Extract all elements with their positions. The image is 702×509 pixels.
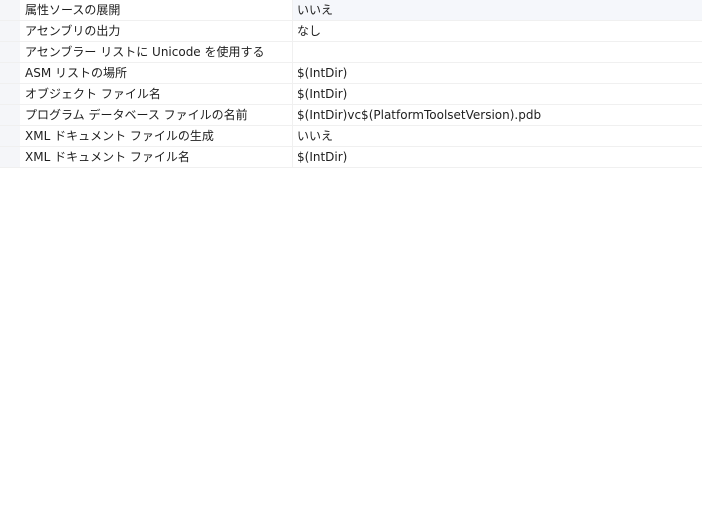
property-value[interactable]: $(IntDir) [293, 84, 702, 104]
property-grid: 属性ソースの展開 いいえ アセンブリの出力 なし アセンブラー リストに Uni… [0, 0, 702, 168]
property-value[interactable]: $(IntDir) [293, 147, 702, 167]
property-row-expand-attributed-source[interactable]: 属性ソースの展開 いいえ [0, 0, 702, 21]
property-name[interactable]: アセンブリの出力 [20, 21, 293, 41]
property-name[interactable]: アセンブラー リストに Unicode を使用する [20, 42, 293, 62]
property-row-object-file-name[interactable]: オブジェクト ファイル名 $(IntDir) [0, 84, 702, 105]
row-gutter [0, 0, 20, 20]
property-name[interactable]: 属性ソースの展開 [20, 0, 293, 20]
property-value[interactable]: $(IntDir) [293, 63, 702, 83]
property-name[interactable]: XML ドキュメント ファイルの生成 [20, 126, 293, 146]
property-value[interactable]: いいえ [293, 0, 702, 20]
row-gutter [0, 21, 20, 41]
property-row-asm-list-location[interactable]: ASM リストの場所 $(IntDir) [0, 63, 702, 84]
property-row-generate-xml-documentation-files[interactable]: XML ドキュメント ファイルの生成 いいえ [0, 126, 702, 147]
property-value[interactable]: $(IntDir)vc$(PlatformToolsetVersion).pdb [293, 105, 702, 125]
property-value[interactable] [293, 42, 702, 62]
property-name[interactable]: オブジェクト ファイル名 [20, 84, 293, 104]
property-name[interactable]: ASM リストの場所 [20, 63, 293, 83]
property-name[interactable]: XML ドキュメント ファイル名 [20, 147, 293, 167]
property-row-use-unicode-for-assembler-listing[interactable]: アセンブラー リストに Unicode を使用する [0, 42, 702, 63]
property-row-xml-documentation-file-name[interactable]: XML ドキュメント ファイル名 $(IntDir) [0, 147, 702, 168]
row-gutter [0, 126, 20, 146]
row-gutter [0, 105, 20, 125]
property-name[interactable]: プログラム データベース ファイルの名前 [20, 105, 293, 125]
row-gutter [0, 42, 20, 62]
property-value[interactable]: なし [293, 21, 702, 41]
property-row-program-database-file-name[interactable]: プログラム データベース ファイルの名前 $(IntDir)vc$(Platfo… [0, 105, 702, 126]
row-gutter [0, 84, 20, 104]
row-gutter [0, 147, 20, 167]
property-row-assembler-output[interactable]: アセンブリの出力 なし [0, 21, 702, 42]
property-value[interactable]: いいえ [293, 126, 702, 146]
row-gutter [0, 63, 20, 83]
